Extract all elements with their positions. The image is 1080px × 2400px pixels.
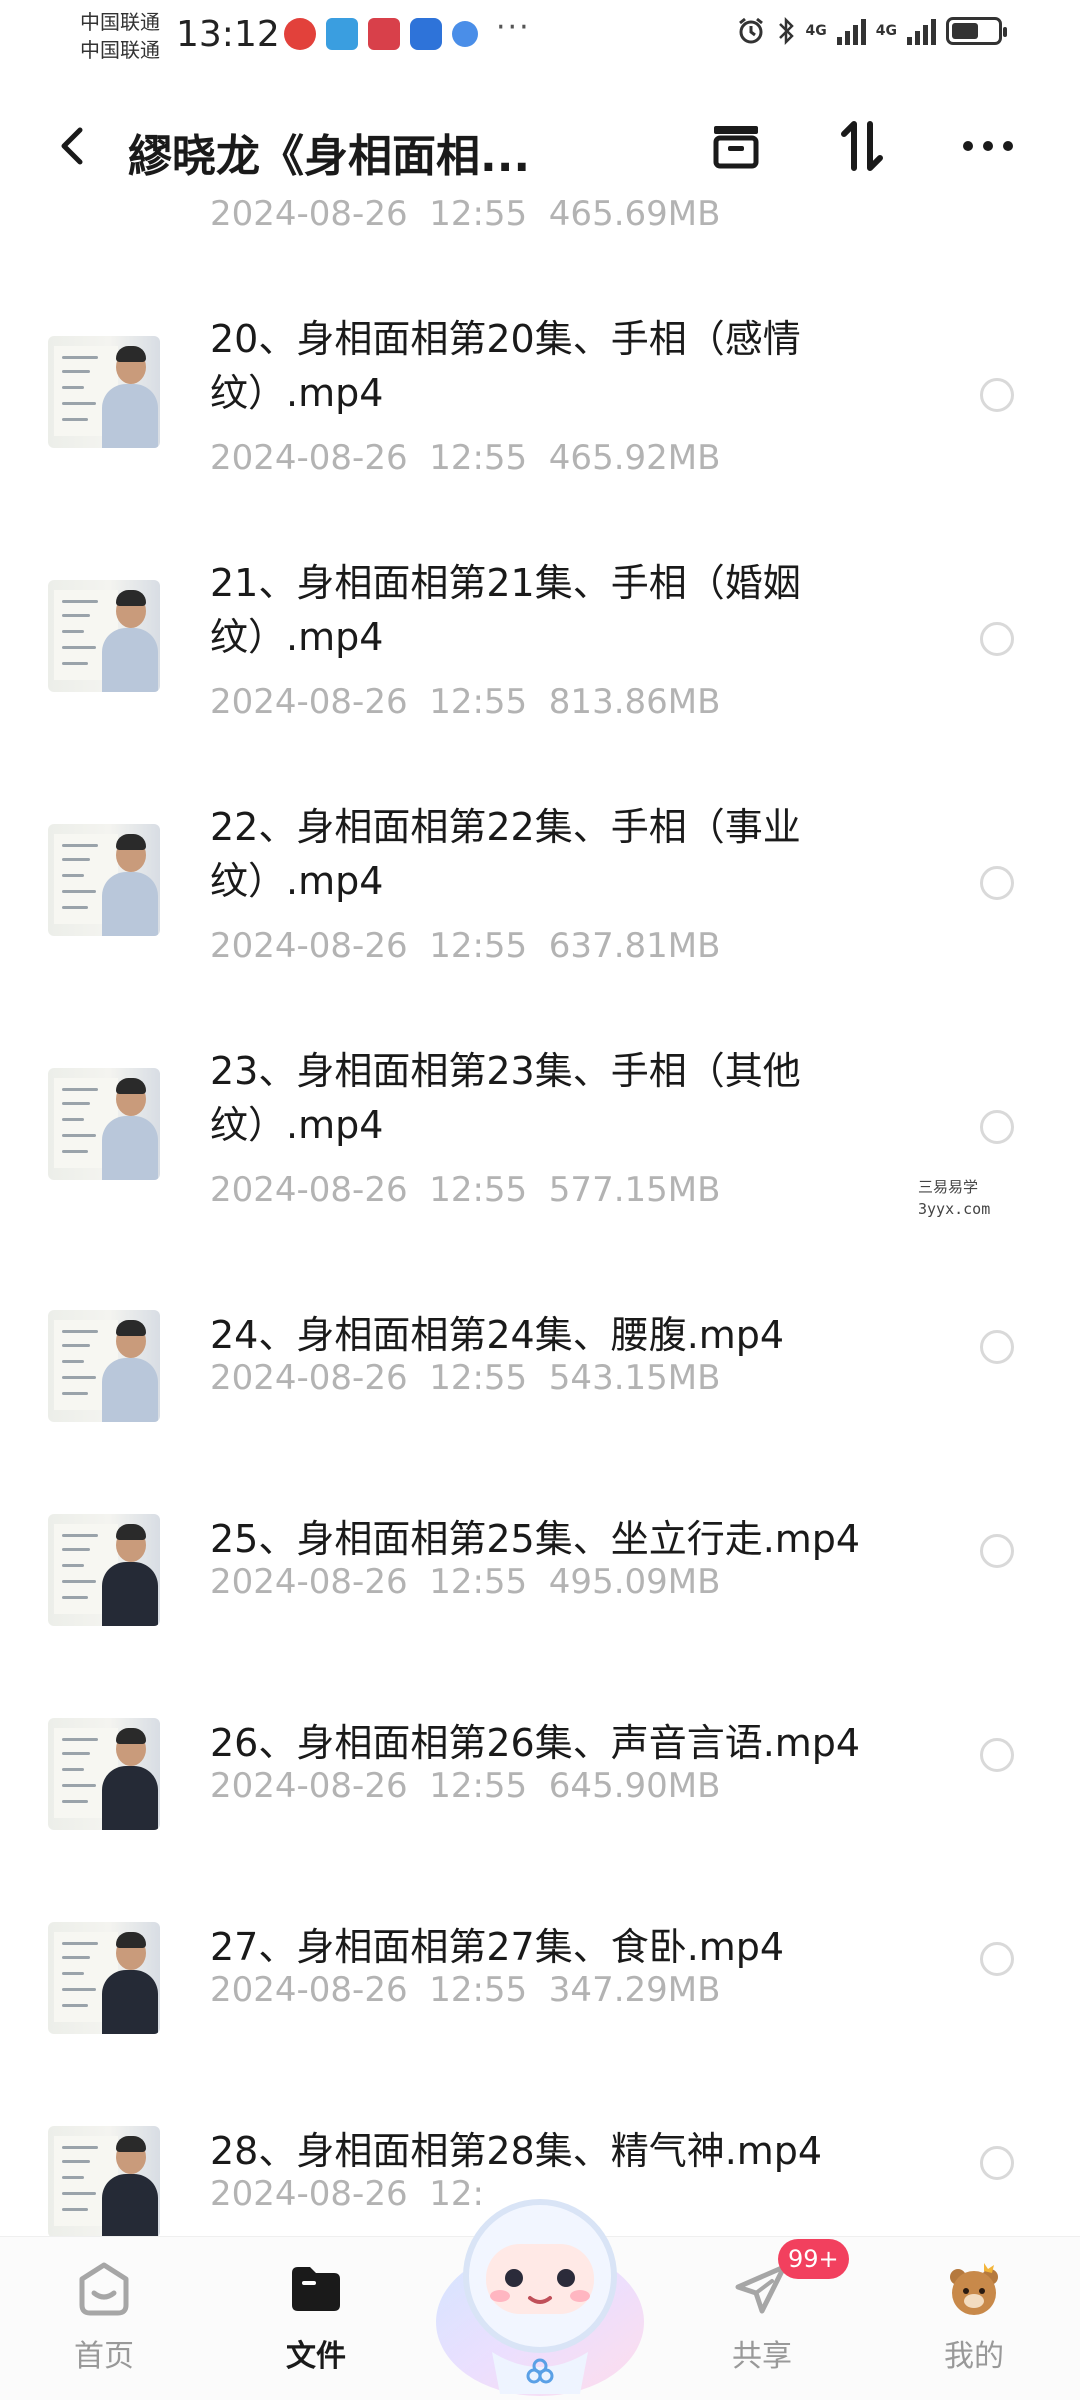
select-radio[interactable] xyxy=(980,1942,1014,1976)
top-app-bar: 繆晓龙《身相面相... xyxy=(0,96,1080,196)
tab-share-label: 共享 xyxy=(732,2339,792,2374)
video-thumbnail xyxy=(48,1514,160,1626)
file-meta: 2024-08-26 12:55 543.15MB xyxy=(210,1358,721,1398)
battery-level xyxy=(952,23,979,39)
tab-me-label: 我的 xyxy=(944,2339,1004,2374)
folder-icon xyxy=(292,2267,340,2311)
file-meta: 2024-08-26 12:55 813.86MB xyxy=(210,682,721,722)
watermark-line-1: 三易易学 xyxy=(918,1178,979,1196)
video-thumbnail xyxy=(48,1068,160,1180)
file-row[interactable]: 24、身相面相第24集、腰腹.mp4 2024-08-26 12:55 543.1… xyxy=(0,1300,1080,1480)
mascot-icon xyxy=(436,2199,644,2396)
more-options-button[interactable] xyxy=(954,112,1022,180)
sort-icon xyxy=(841,121,883,171)
carrier-1: 中国联通 xyxy=(80,10,160,34)
tab-files-label: 文件 xyxy=(286,2339,346,2374)
app-notification-icon xyxy=(368,18,400,50)
file-meta: 2024-08-26 12:55 495.09MB xyxy=(210,1562,721,1602)
file-name: 20、身相面相第20集、手相（感情纹）.mp4 xyxy=(210,317,801,415)
select-radio[interactable] xyxy=(980,622,1014,656)
video-thumbnail xyxy=(48,1718,160,1830)
signal-strength-icon xyxy=(836,17,866,45)
file-meta: 2024-08-26 12:55 465.92MB xyxy=(210,438,721,478)
network-type-1: 4G xyxy=(805,23,827,39)
video-thumbnail xyxy=(48,824,160,936)
file-name: 25、身相面相第25集、坐立行走.mp4 xyxy=(210,1517,861,1561)
file-meta: 2024-08-26 12:55 637.81MB xyxy=(210,926,721,966)
file-row[interactable]: 23、身相面相第23集、手相（其他纹）.mp4 2024-08-26 12:55 … xyxy=(0,1049,1080,1286)
video-thumbnail xyxy=(48,2126,160,2236)
archive-icon xyxy=(713,126,759,169)
video-thumbnail xyxy=(48,1922,160,2034)
watermark: 三易易学 3yyx.com xyxy=(918,1176,990,1220)
file-name: 21、身相面相第21集、手相（婚姻纹）.mp4 xyxy=(210,561,801,659)
file-row[interactable]: 20、身相面相第20集、手相（感情纹）.mp4 2024-08-26 12:55 … xyxy=(0,317,1080,554)
app-notification-icon xyxy=(326,18,358,50)
tab-files[interactable]: 文件 xyxy=(236,2237,396,2400)
tab-home[interactable]: 首页 xyxy=(24,2237,184,2400)
file-meta: 2024-08-26 12:55 347.29MB xyxy=(210,1970,721,2010)
file-row[interactable]: 25、身相面相第25集、坐立行走.mp4 2024-08-26 12:55 495… xyxy=(0,1504,1080,1684)
more-horizontal-icon xyxy=(963,141,1013,151)
battery-icon xyxy=(946,17,1007,45)
file-name: 24、身相面相第24集、腰腹.mp4 xyxy=(210,1313,785,1357)
carrier-info: 中国联通 中国联通 xyxy=(80,8,160,64)
video-thumbnail xyxy=(48,1310,160,1422)
file-name: 23、身相面相第23集、手相（其他纹）.mp4 xyxy=(210,1049,801,1147)
sort-button[interactable] xyxy=(828,112,896,180)
watermark-line-2: 3yyx.com xyxy=(918,1200,991,1218)
select-radio[interactable] xyxy=(980,866,1014,900)
file-row[interactable]: 22、身相面相第22集、手相（事业纹）.mp4 2024-08-26 12:55 … xyxy=(0,805,1080,1042)
select-radio[interactable] xyxy=(980,1330,1014,1364)
tab-share[interactable]: 99+ 共享 xyxy=(682,2237,849,2400)
notification-icons xyxy=(284,18,478,50)
select-radio[interactable] xyxy=(980,1534,1014,1568)
video-thumbnail xyxy=(48,336,160,448)
tab-home-label: 首页 xyxy=(74,2339,134,2374)
back-button[interactable] xyxy=(44,116,104,176)
file-row[interactable]: 27、身相面相第27集、食卧.mp4 2024-08-26 12:55 347.2… xyxy=(0,1912,1080,2092)
clock: 13:12 xyxy=(176,14,280,55)
file-name: 26、身相面相第26集、声音言语.mp4 xyxy=(210,1721,861,1765)
select-radio[interactable] xyxy=(980,2146,1014,2180)
select-radio[interactable] xyxy=(980,378,1014,412)
carrier-2: 中国联通 xyxy=(80,38,160,62)
video-thumbnail xyxy=(48,580,160,692)
chevron-left-icon xyxy=(61,127,83,165)
file-meta: 2024-08-26 12:55 577.15MB xyxy=(210,1170,721,1210)
file-row[interactable]: 21、身相面相第21集、手相（婚姻纹）.mp4 2024-08-26 12:55 … xyxy=(0,561,1080,798)
file-row[interactable]: 26、身相面相第26集、声音言语.mp4 2024-08-26 12:55 645… xyxy=(0,1708,1080,1888)
home-icon xyxy=(79,2262,129,2316)
alarm-icon xyxy=(738,17,763,44)
bear-avatar-icon xyxy=(950,2263,998,2315)
more-notifications-icon: ··· xyxy=(496,10,531,45)
app-notification-icon xyxy=(284,18,316,50)
file-meta: 2024-08-26 12:55 645.90MB xyxy=(210,1766,721,1806)
page-title: 繆晓龙《身相面相... xyxy=(128,131,531,182)
app-notification-icon xyxy=(410,18,442,50)
select-radio[interactable] xyxy=(980,1738,1014,1772)
status-bar: 中国联通 中国联通 13:12 ··· 4G 4G xyxy=(0,0,1080,72)
archive-button[interactable] xyxy=(702,112,770,180)
signal-strength-icon xyxy=(907,17,936,45)
notification-badge: 99+ xyxy=(778,2239,849,2279)
select-radio[interactable] xyxy=(980,1110,1014,1144)
partial-item-meta: 2024-08-26 12:55 465.69MB xyxy=(210,196,721,234)
assistant-mascot-button[interactable] xyxy=(430,2172,650,2400)
file-name: 28、身相面相第28集、精气神.mp4 xyxy=(210,2129,823,2173)
file-name: 22、身相面相第22集、手相（事业纹）.mp4 xyxy=(210,805,801,903)
system-icons: 4G 4G xyxy=(736,16,1007,46)
file-name: 27、身相面相第27集、食卧.mp4 xyxy=(210,1925,785,1969)
bluetooth-icon xyxy=(778,16,794,46)
app-notification-icon xyxy=(452,21,478,47)
network-type-2: 4G xyxy=(875,23,897,39)
tab-me[interactable]: 我的 xyxy=(894,2237,1054,2400)
app-screen: 中国联通 中国联通 13:12 ··· 4G 4G 繆晓龙《身相面相... 20… xyxy=(0,0,1080,2400)
